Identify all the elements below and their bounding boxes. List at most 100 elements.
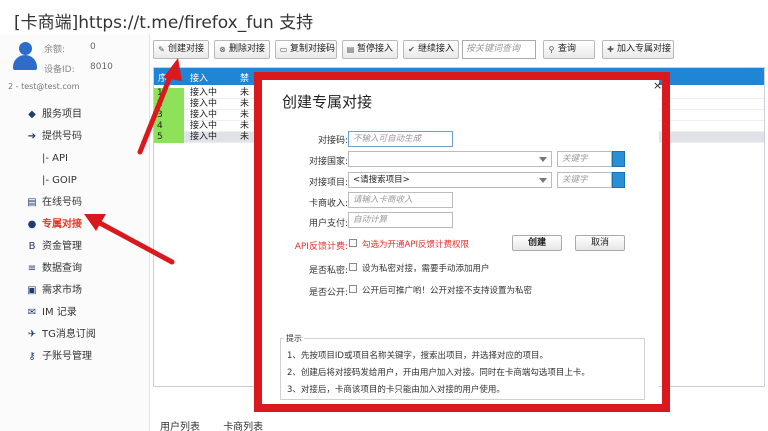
- copy-button-label: 复制对接码: [290, 44, 336, 54]
- pause-button[interactable]: ▤ 暂停接入: [342, 40, 398, 59]
- pause-icon: ▤: [346, 45, 355, 54]
- balance-label: 余额:: [44, 45, 66, 55]
- key-icon: ⚷: [28, 351, 36, 362]
- pay-field[interactable]: 自动计算: [348, 212, 453, 228]
- row-cell: 未: [240, 121, 250, 131]
- sidebar-item-im[interactable]: ✉ IM 记录: [0, 302, 150, 324]
- row-number: 2: [154, 99, 184, 110]
- income-label: 卡商收入:: [308, 199, 348, 209]
- create-button-label: 创建对接: [168, 44, 205, 54]
- query-button-label: 查询: [558, 44, 577, 54]
- users-icon: ●: [27, 219, 37, 230]
- pay-label: 用户支付:: [308, 219, 348, 229]
- query-button[interactable]: ⚲ 查询: [543, 40, 595, 59]
- diamond-icon: ◆: [28, 109, 36, 120]
- list-icon: ▤: [27, 197, 37, 208]
- join-button[interactable]: ✚ 加入专属对接: [602, 40, 674, 59]
- row-cell: 未: [240, 110, 250, 120]
- sidebar-item-api[interactable]: |- API: [0, 148, 150, 170]
- create-confirm-button[interactable]: 创建: [512, 235, 562, 251]
- copy-button[interactable]: ▭ 复制对接码: [275, 40, 337, 59]
- chevron-down-icon[interactable]: [539, 157, 547, 162]
- tips-box: 提示 1、先按项目ID或项目名称关键字，搜索出项目，并选择对应的项目。 2、创建…: [280, 333, 645, 400]
- project-select[interactable]: <请搜索项目>: [348, 172, 552, 188]
- project-search-button[interactable]: [612, 172, 625, 188]
- sidebar-item-funds[interactable]: B 资金管理: [0, 236, 150, 258]
- avatar: [12, 42, 38, 72]
- private-text: 设为私密对接，需要手动添加用户: [362, 264, 490, 274]
- delete-button[interactable]: ⊗ 删除对接: [214, 40, 270, 59]
- sidebar-item-subaccount[interactable]: ⚷ 子账号管理: [0, 346, 150, 368]
- sidebar-item-label: |- API: [42, 153, 68, 164]
- row-number: 4: [154, 121, 184, 132]
- tips-title: 提示: [284, 333, 304, 344]
- tip-line: 2、创建后将对接码发给用户，开由用户加入对接。同时在卡商端勾选项目上卡。: [287, 368, 590, 378]
- create-button[interactable]: ✎ 创建对接: [153, 40, 209, 59]
- tab-card-merchant-list[interactable]: 卡商列表: [223, 422, 263, 431]
- row-number: 3: [154, 110, 184, 121]
- country-keyword-input[interactable]: 关键字: [557, 151, 612, 167]
- public-text: 公开后可推广哟！公开对接不支持设置为私密: [362, 286, 533, 296]
- column-header[interactable]: 接入: [190, 71, 208, 84]
- cancel-button[interactable]: 取消: [575, 235, 625, 251]
- project-keyword-input[interactable]: 关键字: [557, 172, 612, 188]
- sidebar-item-label: 服务项目: [42, 109, 82, 120]
- sidebar-item-query[interactable]: ≡ 数据查询: [0, 258, 150, 280]
- api-checkbox[interactable]: [349, 239, 357, 247]
- row-cell: 未: [240, 132, 250, 142]
- resume-button[interactable]: ✔ 继续接入: [403, 40, 459, 59]
- join-button-label: 加入专属对接: [617, 44, 672, 54]
- code-field[interactable]: 不输入可自动生成: [348, 131, 453, 147]
- private-checkbox[interactable]: [349, 263, 357, 271]
- check-icon: ✔: [408, 45, 415, 54]
- public-checkbox[interactable]: [349, 285, 357, 293]
- window-title: [卡商端]https://t.me/firefox_fun 支持: [14, 13, 314, 33]
- column-header[interactable]: 禁: [240, 71, 249, 84]
- close-icon[interactable]: ×: [653, 79, 662, 92]
- sidebar-item-online[interactable]: ▤ 在线号码: [0, 192, 150, 214]
- sidebar-item-market[interactable]: ▣ 需求市场: [0, 280, 150, 302]
- avatar-head: [19, 42, 32, 55]
- app-window: [卡商端]https://t.me/firefox_fun 支持 余额: 0 设…: [0, 0, 768, 431]
- sidebar-item-label: 在线号码: [42, 197, 82, 208]
- country-search-button[interactable]: [612, 151, 625, 167]
- delete-icon: ⊗: [219, 45, 226, 54]
- row-number: 5: [154, 132, 184, 143]
- dialog-title: 创建专属对接: [282, 93, 373, 111]
- row-status: 接入中: [190, 88, 218, 98]
- device-id-row: 设备ID: 8010: [44, 62, 113, 75]
- row-status: 接入中: [190, 110, 218, 120]
- country-select[interactable]: [348, 151, 552, 167]
- doc-icon: ▣: [27, 285, 37, 296]
- income-field[interactable]: 请输入卡商收入: [348, 192, 453, 208]
- user-line: 2 - test@test.com: [8, 82, 80, 91]
- tab-user-list[interactable]: 用户列表: [160, 422, 200, 431]
- sidebar: 余额: 0 设备ID: 8010 2 - test@test.com ◆ 服务项…: [0, 34, 150, 431]
- sidebar-item-label: 专属对接: [42, 219, 82, 230]
- chevron-down-icon[interactable]: [539, 178, 547, 183]
- bottom-tabs: 用户列表 卡商列表: [160, 418, 283, 431]
- sidebar-item-tg[interactable]: ✈ TG消息订阅: [0, 324, 150, 346]
- sidebar-item-label: TG消息订阅: [42, 329, 96, 340]
- sidebar-item-goip[interactable]: |- GOIP: [0, 170, 150, 192]
- join-icon: ✚: [607, 45, 614, 54]
- row-status: 接入中: [190, 132, 218, 142]
- search-input[interactable]: 按关键词查询: [462, 40, 536, 59]
- tg-icon: ✈: [27, 329, 37, 340]
- arrow-icon: ➔: [27, 131, 37, 142]
- sidebar-item-exclusive[interactable]: ● 专属对接: [0, 214, 150, 236]
- sidebar-item-label: 子账号管理: [42, 351, 92, 362]
- avatar-body: [13, 55, 37, 70]
- bars-icon: ≡: [27, 263, 37, 274]
- balance-value: 0: [90, 42, 96, 52]
- bold-b-icon: B: [28, 241, 36, 252]
- private-label: 是否私密:: [308, 266, 348, 276]
- column-header[interactable]: 序: [158, 71, 167, 84]
- country-label: 对接国家:: [308, 157, 348, 167]
- sidebar-item-numbers[interactable]: ➔ 提供号码: [0, 126, 150, 148]
- mail-icon: ✉: [27, 307, 37, 318]
- device-id-value: 8010: [90, 62, 113, 72]
- row-status: 接入中: [190, 121, 218, 131]
- sidebar-item-label: 数据查询: [42, 263, 82, 274]
- sidebar-item-service[interactable]: ◆ 服务项目: [0, 104, 150, 126]
